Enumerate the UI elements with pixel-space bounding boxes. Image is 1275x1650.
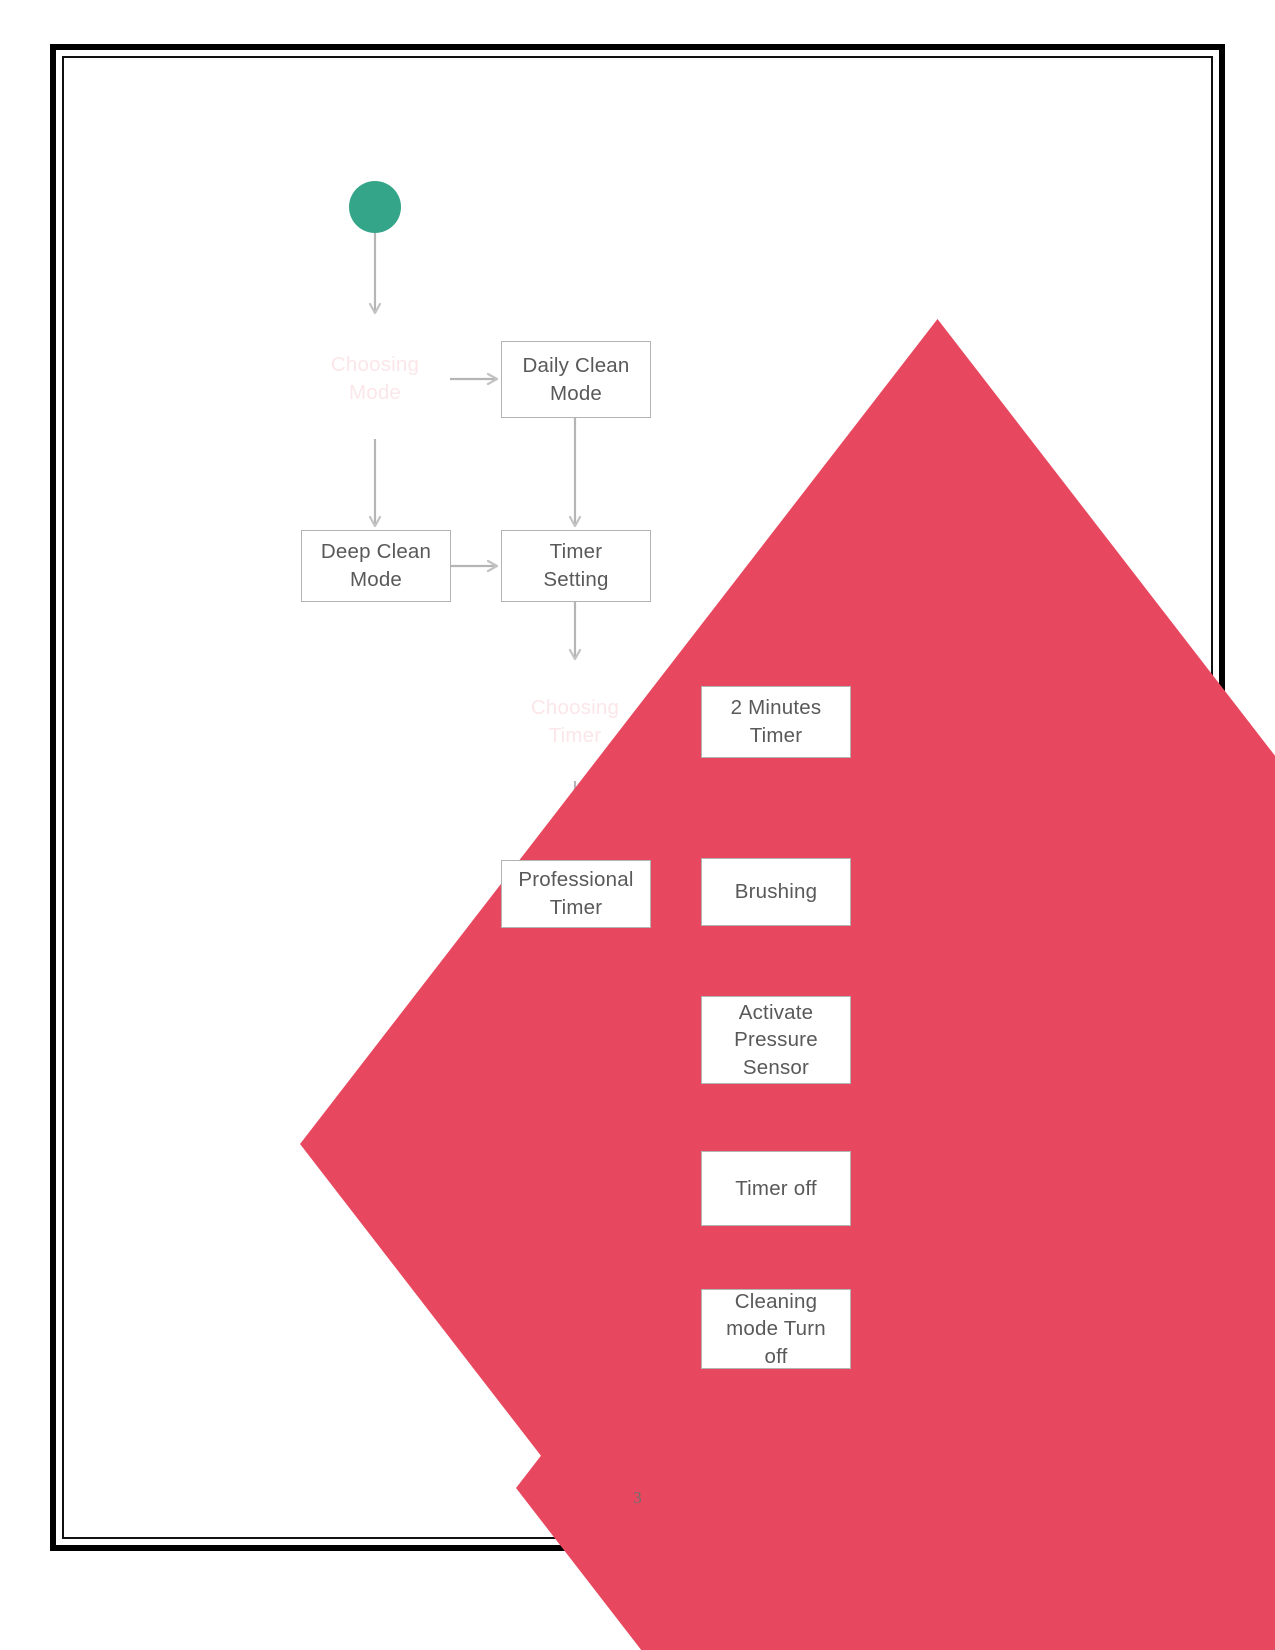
process-two-minutes-timer[interactable]: 2 Minutes Timer <box>701 686 851 758</box>
process-professional-timer[interactable]: Professional Timer <box>501 860 651 928</box>
process-timer-off[interactable]: Timer off <box>701 1151 851 1226</box>
page-number: 3 <box>633 1488 642 1507</box>
decision-choosing-mode[interactable]: Choosing Mode <box>300 319 1275 1650</box>
process-deep-clean-mode[interactable]: Deep Clean Mode <box>301 530 451 602</box>
decision-choosing-timer-label: Choosing Timer <box>530 696 620 747</box>
process-daily-clean-mode[interactable]: Daily Clean Mode <box>501 341 651 418</box>
process-cleaning-mode-turn-off-label: Cleaning mode Turn off <box>726 1289 826 1368</box>
process-cleaning-mode-turn-off[interactable]: Cleaning mode Turn off <box>701 1289 851 1369</box>
process-deep-clean-mode-label: Deep Clean Mode <box>320 540 432 591</box>
process-daily-clean-mode-label: Daily Clean Mode <box>522 353 630 405</box>
process-two-minutes-timer-label: 2 Minutes Timer <box>730 696 822 747</box>
process-timer-off-label: Timer off <box>735 1176 817 1200</box>
start-node[interactable] <box>349 181 401 233</box>
flowchart-canvas: Choosing Mode Daily Clean Mode Deep Clea… <box>0 0 1275 1650</box>
process-timer-setting-label: Timer Setting <box>543 540 609 591</box>
process-brushing-label: Brushing <box>734 880 818 904</box>
process-brushing[interactable]: Brushing <box>701 858 851 926</box>
process-activate-pressure-sensor-label: Activate Pressure Sensor <box>734 1000 818 1079</box>
process-timer-setting[interactable]: Timer Setting <box>501 530 651 602</box>
document-page: Choosing Mode Daily Clean Mode Deep Clea… <box>0 0 1275 1650</box>
decision-choosing-timer[interactable]: Choosing Timer <box>516 663 1275 1650</box>
process-activate-pressure-sensor[interactable]: Activate Pressure Sensor <box>701 996 851 1084</box>
process-professional-timer-label: Professional Timer <box>518 868 634 919</box>
decision-choosing-mode-label: Choosing Mode <box>330 353 420 404</box>
